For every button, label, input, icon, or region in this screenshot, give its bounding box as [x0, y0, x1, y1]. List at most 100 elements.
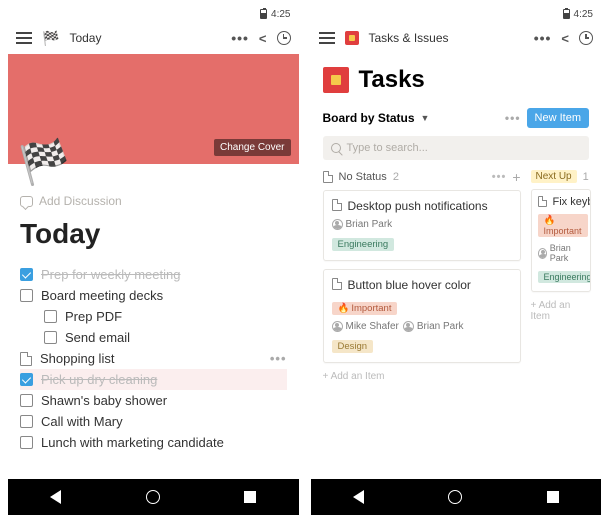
battery-icon	[260, 9, 267, 19]
page-icon	[20, 352, 32, 366]
checkbox-icon[interactable]	[44, 310, 57, 323]
tag-pill: Engineering	[332, 238, 395, 251]
phone-right: 4:25 Tasks & Issues ••• < Tasks Board by…	[311, 6, 602, 515]
comment-icon	[20, 196, 33, 207]
home-icon[interactable]	[448, 490, 462, 504]
checkbox-icon[interactable]	[20, 268, 33, 281]
checkbox-icon[interactable]	[20, 373, 33, 386]
checkbox-icon[interactable]	[20, 436, 33, 449]
column-name: No Status	[339, 171, 387, 183]
todo-item[interactable]: Board meeting decks	[20, 285, 287, 306]
board-card[interactable]: Fix keyboa 🔥Important Brian Park Enginee…	[531, 189, 591, 292]
page-header: Tasks	[323, 66, 590, 94]
tag-pill: Engineering	[538, 271, 591, 283]
breadcrumb-title[interactable]: Today	[69, 31, 101, 45]
column-add-icon[interactable]: +	[512, 170, 520, 184]
search-icon	[331, 143, 341, 153]
chevron-down-icon[interactable]: ▼	[421, 113, 430, 123]
more-icon[interactable]: •••	[231, 30, 249, 46]
breadcrumb-title[interactable]: Tasks & Issues	[369, 31, 449, 45]
page-icon	[332, 199, 342, 211]
page-emoji-icon[interactable]: 🏁	[17, 136, 73, 189]
menu-icon[interactable]	[319, 32, 335, 44]
todo-item[interactable]: Call with Mary	[20, 411, 287, 432]
page-title[interactable]: Tasks	[359, 66, 425, 94]
board-card[interactable]: Desktop push notifications Brian Park En…	[323, 190, 521, 261]
recents-icon[interactable]	[547, 491, 559, 503]
column-count: 1	[583, 171, 589, 183]
app-header: Tasks & Issues ••• <	[311, 22, 602, 54]
add-item-button[interactable]: Add an Item	[323, 371, 521, 382]
view-more-icon[interactable]: •••	[505, 111, 521, 125]
column-more-icon[interactable]: •••	[492, 171, 507, 183]
board-column-next-up: Next Up 1 Fix keyboa 🔥Important Brian Pa…	[531, 170, 591, 382]
search-input[interactable]: Type to search...	[323, 136, 590, 160]
back-icon[interactable]	[50, 490, 61, 504]
row-more-icon[interactable]: •••	[270, 351, 287, 366]
fire-icon: 🔥	[338, 303, 350, 314]
home-icon[interactable]	[146, 490, 160, 504]
assignee: Brian Park	[403, 321, 464, 332]
status-bar: 4:25	[8, 6, 299, 22]
status-time: 4:25	[271, 9, 290, 20]
todo-item[interactable]: Pick up dry cleaning	[20, 369, 287, 390]
assignee: Brian Park	[538, 243, 584, 263]
tasks-icon[interactable]	[323, 67, 349, 93]
more-icon[interactable]: •••	[534, 30, 552, 46]
checkbox-icon[interactable]	[20, 415, 33, 428]
recents-icon[interactable]	[244, 491, 256, 503]
column-count: 2	[393, 171, 399, 183]
column-name: Next Up	[531, 170, 577, 183]
fire-icon: 🔥	[544, 215, 556, 226]
search-placeholder: Type to search...	[347, 142, 428, 154]
page-title[interactable]: Today	[20, 218, 287, 250]
change-cover-button[interactable]: Change Cover	[214, 139, 290, 156]
page-link-item[interactable]: Shopping list•••	[20, 348, 287, 369]
tag-pill: 🔥Important	[538, 214, 588, 237]
flag-icon: 🏁	[42, 30, 59, 47]
todo-item[interactable]: Send email	[20, 327, 287, 348]
todo-item[interactable]: Lunch with marketing candidate	[20, 432, 287, 453]
battery-icon	[563, 9, 570, 19]
page-icon	[332, 278, 342, 290]
status-time: 4:25	[574, 9, 593, 20]
add-discussion-label: Add Discussion	[39, 194, 122, 208]
tag-pill: 🔥Important	[332, 302, 398, 315]
history-icon[interactable]	[579, 31, 593, 45]
add-item-button[interactable]: Add an Item	[531, 300, 591, 322]
android-nav-bar	[8, 479, 299, 515]
checkbox-icon[interactable]	[44, 331, 57, 344]
todo-item[interactable]: Prep for weekly meeting	[20, 264, 287, 285]
share-icon[interactable]: <	[259, 31, 267, 46]
board-column-no-status: No Status 2 ••• + Desktop push notificat…	[323, 170, 521, 382]
column-header[interactable]: Next Up 1	[531, 170, 591, 183]
cover-image: 🏁 Change Cover	[8, 54, 299, 164]
phone-left: 4:25 🏁 Today ••• < 🏁 Change Cover Add Di…	[8, 6, 299, 515]
board-columns: No Status 2 ••• + Desktop push notificat…	[323, 170, 590, 382]
view-name[interactable]: Board by Status	[323, 111, 415, 125]
status-bar: 4:25	[311, 6, 602, 22]
back-icon[interactable]	[353, 490, 364, 504]
page-content: Tasks Board by Status ▼ ••• New Item Typ…	[311, 54, 602, 479]
tag-pill: Design	[332, 340, 374, 353]
avatar-icon	[332, 219, 343, 230]
new-item-button[interactable]: New Item	[527, 108, 589, 128]
menu-icon[interactable]	[16, 32, 32, 44]
column-header[interactable]: No Status 2 ••• +	[323, 170, 521, 184]
avatar-icon	[538, 248, 547, 259]
android-nav-bar	[311, 479, 602, 515]
checkbox-icon[interactable]	[20, 289, 33, 302]
assignee: Mike Shafer	[332, 321, 399, 332]
todo-item[interactable]: Prep PDF	[20, 306, 287, 327]
history-icon[interactable]	[277, 31, 291, 45]
tasks-icon	[345, 31, 359, 45]
avatar-icon	[403, 321, 414, 332]
app-header: 🏁 Today ••• <	[8, 22, 299, 54]
page-icon	[323, 171, 333, 183]
page-icon	[538, 196, 547, 207]
todo-item[interactable]: Shawn's baby shower	[20, 390, 287, 411]
add-discussion-button[interactable]: Add Discussion	[20, 194, 287, 208]
share-icon[interactable]: <	[561, 31, 569, 46]
board-card[interactable]: Button blue hover color 🔥Important Mike …	[323, 269, 521, 363]
checkbox-icon[interactable]	[20, 394, 33, 407]
